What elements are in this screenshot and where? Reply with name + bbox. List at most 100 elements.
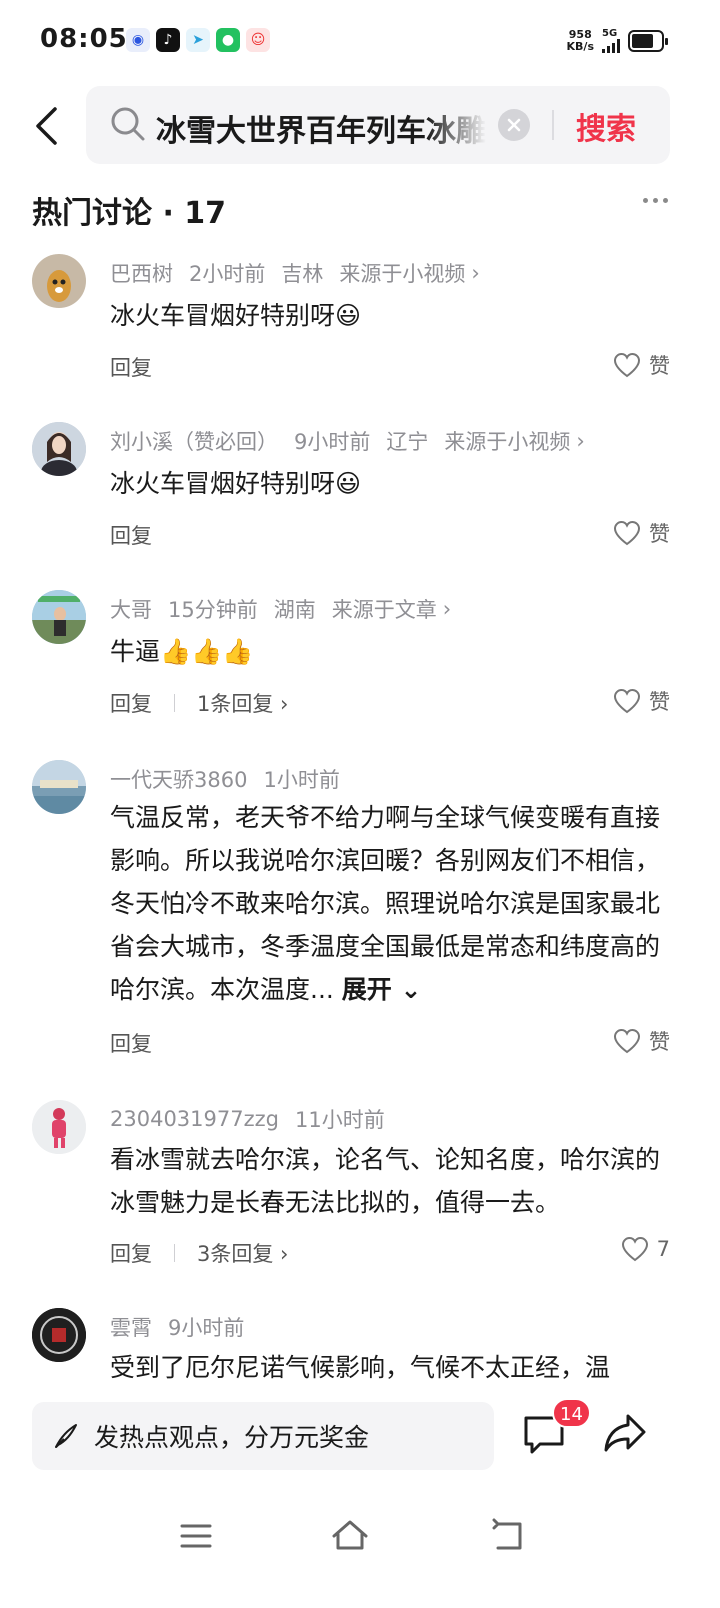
comment-actions: 回复 3条回复 › 7 (110, 1236, 670, 1270)
comment-text: 气温反常，老天爷不给力啊与全球气候变暖有直接影响。所以我说哈尔滨回暖？各别网友们… (110, 796, 670, 1011)
battery-icon (628, 29, 668, 52)
system-nav-bar (0, 1490, 720, 1608)
post-placeholder: 发热点观点，分万元奖金 (94, 1423, 370, 1452)
back-nav-button[interactable] (488, 1516, 528, 1556)
status-right: 958 KB/s 5G (566, 27, 668, 53)
comment-location: 辽宁 (386, 430, 429, 454)
replies-count: 3条回复 (197, 1242, 274, 1266)
comment-meta: 巴西树 2小时前 吉林 来源于小视频 › (110, 258, 480, 288)
menu-icon (180, 1524, 212, 1548)
pen-icon (55, 1424, 77, 1448)
clear-search-button[interactable] (498, 109, 530, 141)
heart-icon (613, 688, 641, 714)
menu-nav-button[interactable] (176, 1516, 216, 1556)
close-icon (507, 118, 521, 132)
comment-text: 牛逼👍👍👍 (110, 637, 254, 666)
like-label: 赞 (649, 522, 670, 546)
comment-time: 2小时前 (189, 262, 266, 286)
reply-button[interactable]: 回复 (110, 1028, 152, 1058)
home-icon (332, 1520, 368, 1550)
comment-username[interactable]: 大哥 (110, 594, 152, 624)
like-button[interactable]: 赞 (613, 1026, 670, 1056)
comment-location: 湖南 (273, 598, 316, 622)
comment-username[interactable]: 一代天骄3860 (110, 764, 247, 794)
like-count: 7 (656, 1237, 670, 1261)
comment-location: 吉林 (281, 262, 324, 286)
comment-text: 看冰雪就去哈尔滨，论名气、论知名度，哈尔滨的冰雪魅力是长春无法比拟的，值得一去。 (110, 1145, 661, 1217)
share-button[interactable] (602, 1412, 648, 1454)
comment-time: 9小时前 (294, 430, 371, 454)
comment-time: 11小时前 (294, 1108, 385, 1132)
view-replies-link[interactable]: 3条回复 › (197, 1238, 288, 1268)
avatar[interactable] (32, 760, 86, 814)
net-speed-value: 958 (568, 27, 592, 41)
comment-meta: 一代天骄3860 1小时前 (110, 764, 340, 794)
post-opinion-input[interactable]: 发热点观点，分万元奖金 (32, 1402, 494, 1470)
chevron-right-icon: › (576, 429, 585, 453)
comment-meta: 刘小溪（赞必回） 9小时前 辽宁 来源于小视频 › (110, 426, 585, 456)
search-divider (552, 110, 554, 140)
share-arrow-icon (604, 1414, 646, 1452)
avatar[interactable] (32, 1100, 86, 1154)
comment-time: 1小时前 (263, 768, 340, 792)
heart-icon (621, 1236, 648, 1262)
reply-button[interactable]: 回复 (110, 520, 152, 550)
bottom-action-bar: 发热点观点，分万元奖金 14 (0, 1390, 720, 1490)
comment-text: 冰火车冒烟好特别呀😃 (110, 301, 362, 330)
section-title: 热门讨论 · 17 (32, 196, 227, 231)
like-button[interactable]: 7 (621, 1236, 670, 1262)
comment-meta: 大哥 15分钟前 湖南 来源于文章 › (110, 594, 451, 624)
avatar[interactable] (32, 1308, 86, 1362)
home-nav-button[interactable] (330, 1516, 370, 1556)
chevron-right-icon: › (442, 597, 452, 621)
expand-label: 展开 (341, 975, 392, 1004)
status-bar: 08:05 ◉ ♪ ➤ ● ☺ 958 KB/s 5G (0, 0, 720, 80)
search-input[interactable]: 冰雪大世界百年列车冰雕 (156, 106, 486, 150)
avatar[interactable] (32, 422, 86, 476)
avatar[interactable] (32, 254, 86, 308)
chevron-down-icon: ⌄ (400, 975, 422, 1004)
comment-time: 9小时前 (168, 1316, 245, 1340)
net-speed-unit: KB/s (566, 39, 594, 53)
like-button[interactable]: 赞 (613, 686, 670, 716)
baidu-app-icon: ◉ (126, 28, 150, 52)
like-label: 赞 (649, 1030, 670, 1054)
search-button[interactable]: 搜索 (576, 104, 636, 148)
chevron-left-icon (36, 107, 57, 145)
comment-actions: 回复 赞 (110, 1026, 670, 1060)
comment-username[interactable]: 巴西树 (110, 258, 173, 288)
clown-app-icon: ☺ (246, 28, 270, 52)
view-replies-link[interactable]: 1条回复 › (197, 688, 288, 718)
reply-button[interactable]: 回复 (110, 352, 152, 382)
comment-username[interactable]: 2304031977zzg (110, 1107, 279, 1131)
comment-text-content: 气温反常，老天爷不给力啊与全球气候变暖有直接影响。所以我说哈尔滨回暖？各别网友们… (110, 803, 661, 1004)
comment-username[interactable]: 雲霄 (110, 1312, 152, 1342)
comment-username[interactable]: 刘小溪（赞必回） (110, 426, 278, 456)
back-button[interactable] (28, 104, 64, 148)
like-button[interactable]: 赞 (613, 350, 670, 380)
comment-actions: 回复 赞 (110, 350, 670, 384)
telegram-app-icon: ➤ (186, 28, 210, 52)
heart-icon (613, 352, 641, 378)
network-type: 5G (602, 28, 618, 39)
like-label: 赞 (649, 690, 670, 714)
action-divider (174, 694, 175, 712)
heart-icon (613, 1028, 641, 1054)
search-box[interactable]: 冰雪大世界百年列车冰雕 搜索 (86, 86, 670, 164)
comment-source[interactable]: 来源于文章 (332, 594, 437, 624)
heart-icon (613, 520, 641, 546)
comment-meta: 2304031977zzg 11小时前 (110, 1104, 385, 1134)
avatar[interactable] (32, 590, 86, 644)
reply-button[interactable]: 回复 (110, 688, 152, 718)
comment-source[interactable]: 来源于小视频 (444, 426, 570, 456)
action-divider (174, 1244, 175, 1262)
comment-count-badge: 14 (552, 1398, 591, 1428)
like-button[interactable]: 赞 (613, 518, 670, 548)
expand-button[interactable]: 展开 ⌄ (342, 975, 422, 1004)
like-label: 赞 (649, 354, 670, 378)
net-speed: 958 KB/s (566, 27, 594, 53)
more-options-button[interactable] (643, 198, 668, 203)
comment-source[interactable]: 来源于小视频 (339, 258, 465, 288)
search-icon (111, 107, 145, 141)
reply-button[interactable]: 回复 (110, 1238, 152, 1268)
